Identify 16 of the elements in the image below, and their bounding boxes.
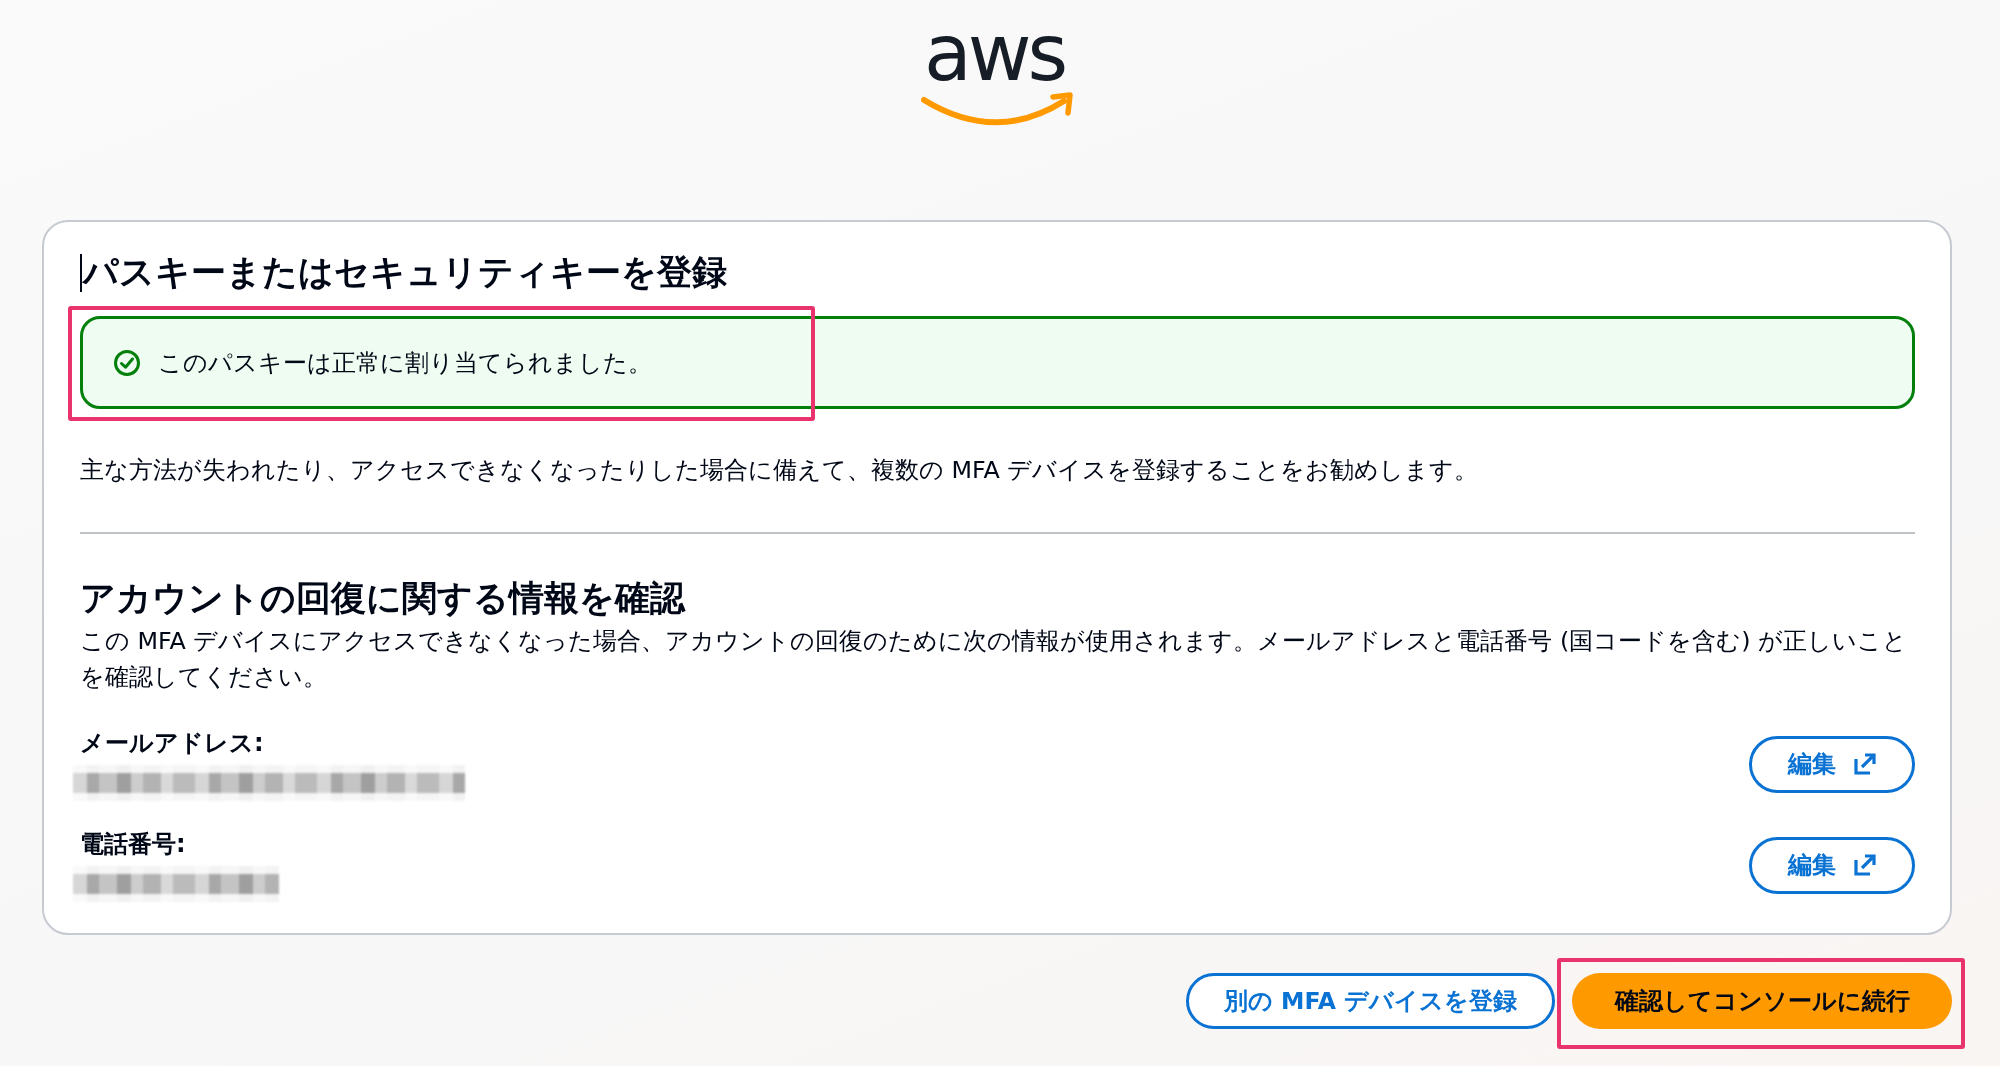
section-description: この MFA デバイスにアクセスできなくなった場合、アカウントの回復のために次の情報が使用されます。メールアドレスと電話番号 (国コードを含む) が正しいことを確認してください。 [80, 626, 1909, 693]
smile-arrow-icon [921, 92, 1073, 126]
field-label: 電話番号: [80, 829, 187, 860]
logo-text: aws [923, 20, 1065, 86]
check-circle-icon [113, 348, 141, 377]
alert-message: このパスキーは正常に割り当てられました。 [158, 347, 652, 379]
recommendation-text: 主な方法が失われたり、アクセスできなくなったりした場合に備えて、複数の MFA デバイスを登録することをお勧めします。 [80, 455, 1480, 486]
field-label: メールアドレス: [80, 728, 265, 759]
edit-button[interactable]: 編集 [1749, 836, 1915, 894]
edit-button[interactable]: 編集 [1749, 735, 1915, 793]
register-device-button[interactable]: 別の MFA デバイスを登録 [1186, 973, 1555, 1029]
external-link-icon [1854, 854, 1876, 876]
section-heading: アカウントの回復に関する情報を確認 [80, 577, 687, 620]
continue-button[interactable]: 確認してコンソールに続行 [1572, 973, 1952, 1029]
page-title: パスキーまたはセキュリティキーを登録 [83, 251, 727, 294]
external-link-icon [1854, 753, 1876, 775]
